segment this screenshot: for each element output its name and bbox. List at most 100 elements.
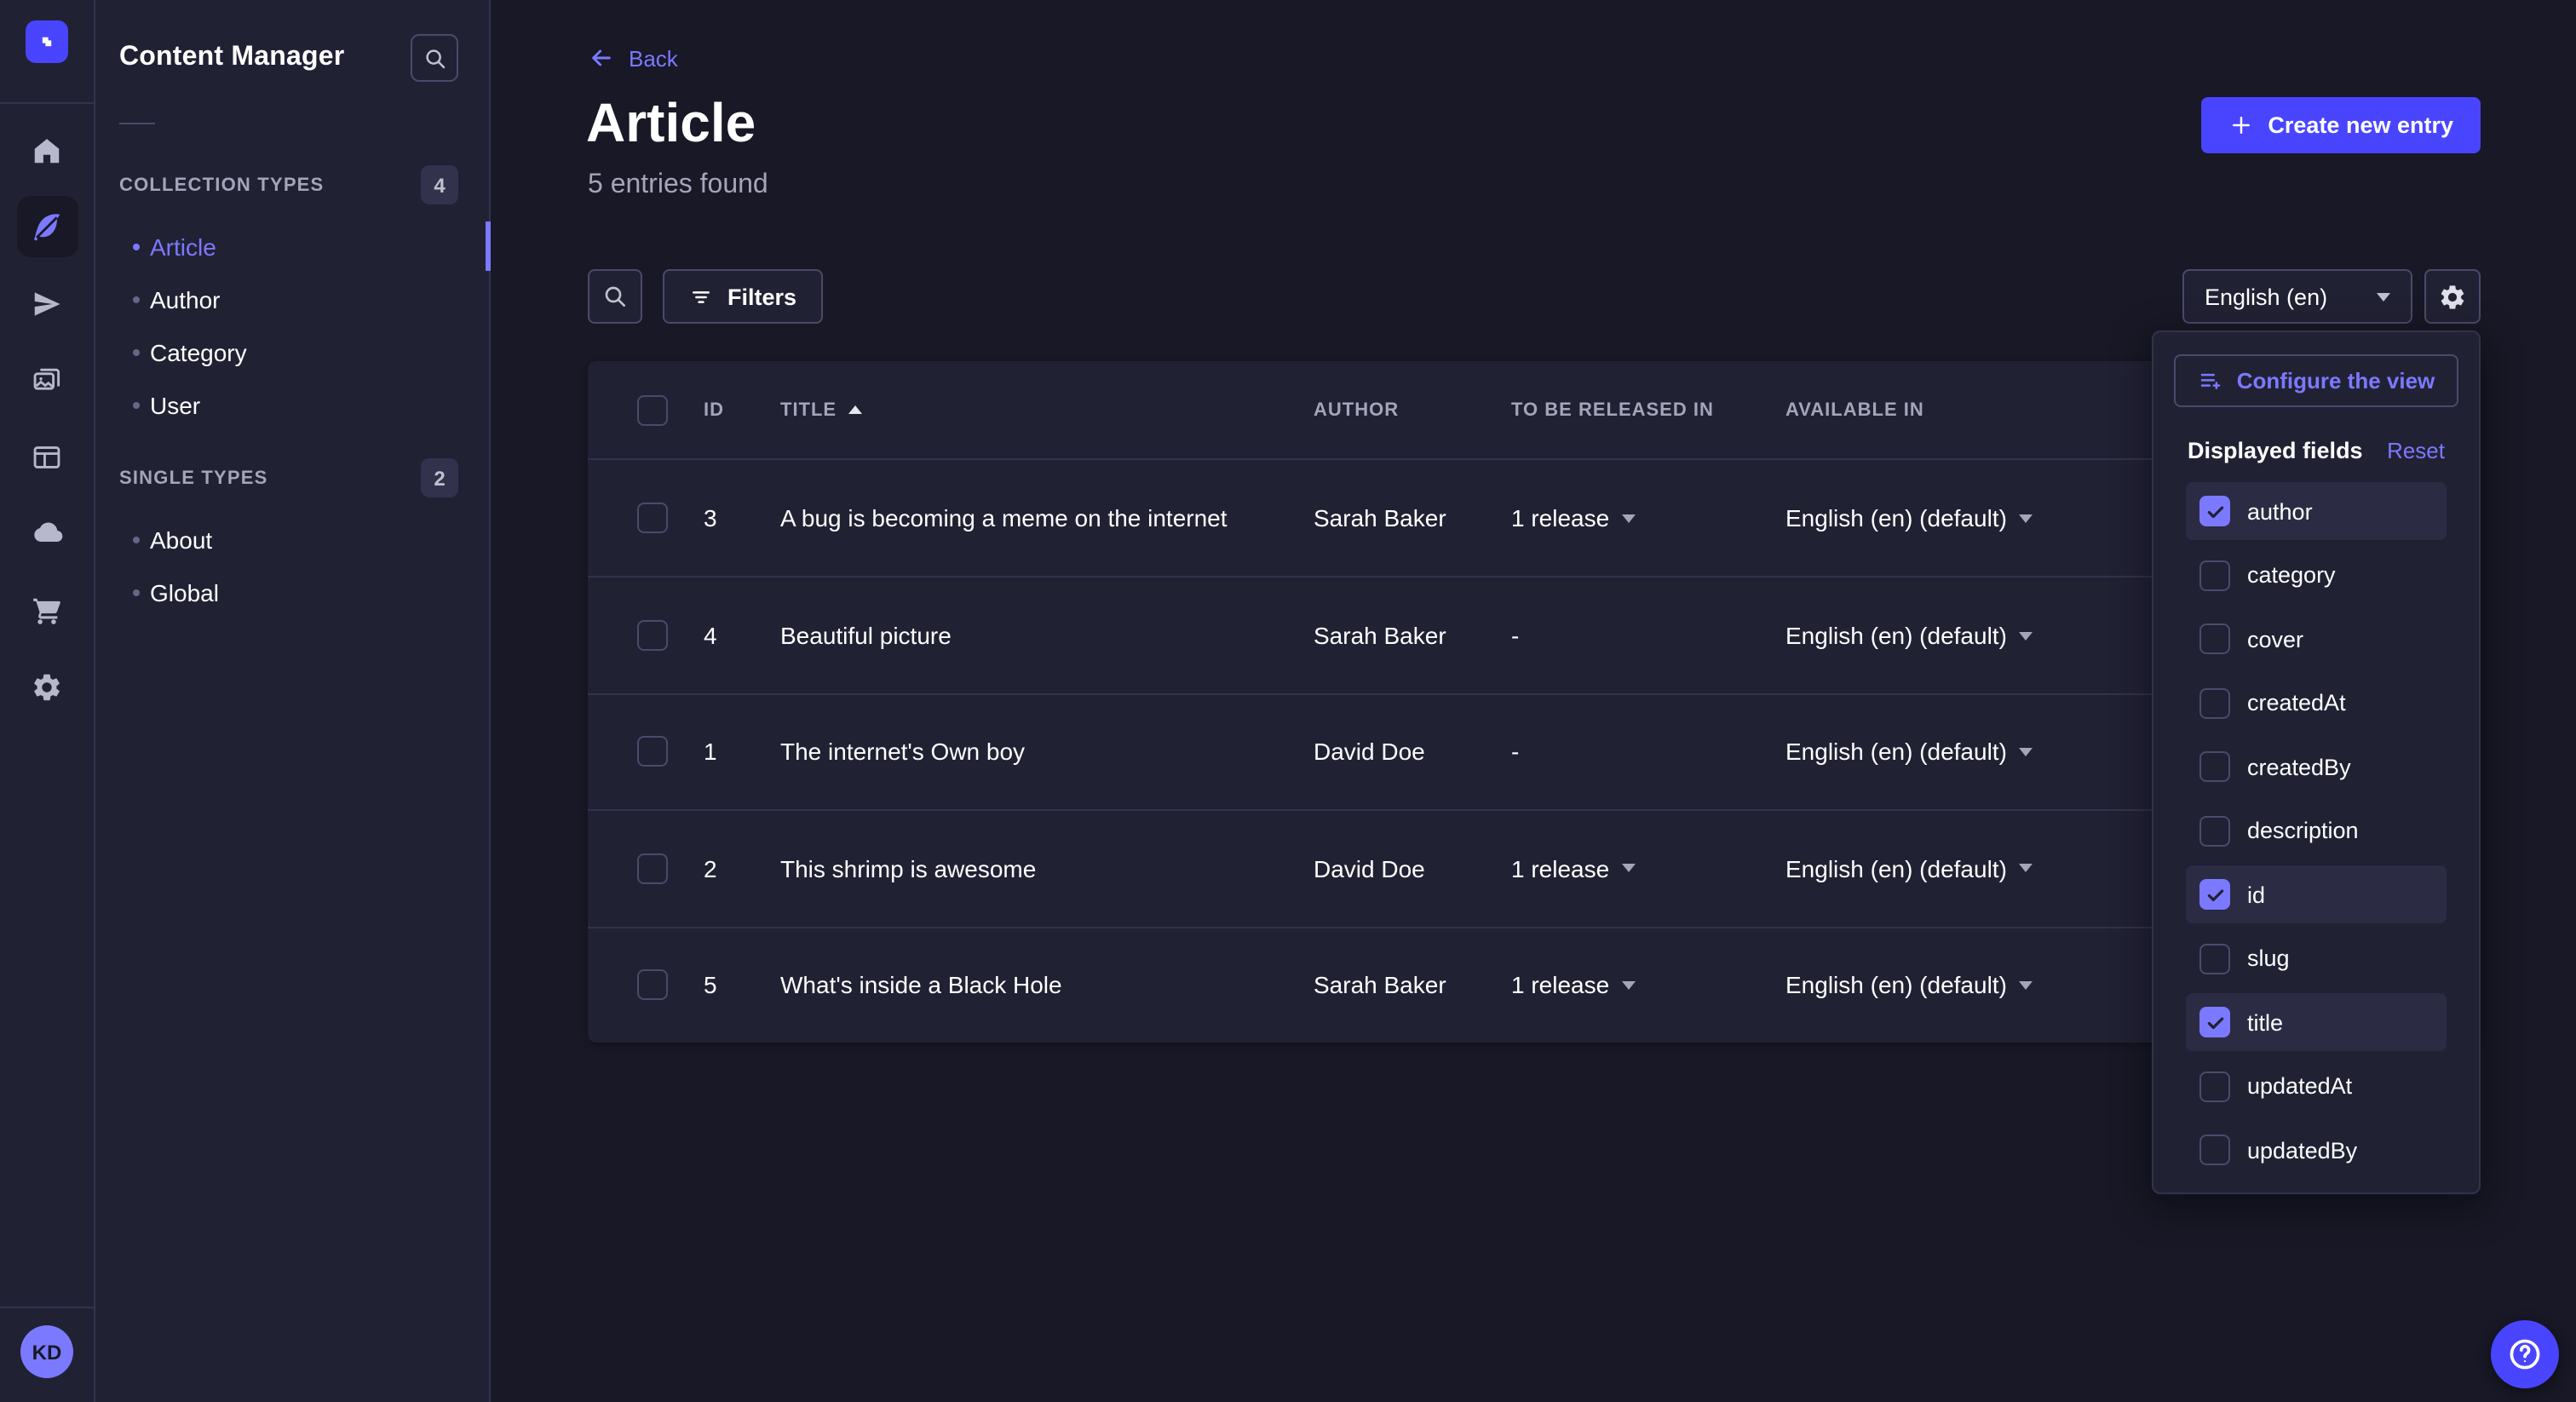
cell-released-dropdown[interactable]: 1 release: [1498, 855, 1772, 882]
sidebar-search-button[interactable]: [411, 34, 458, 82]
rail-bottom-divider: [0, 1307, 94, 1308]
field-option-title[interactable]: title: [2186, 993, 2447, 1051]
sidebar-item-about[interactable]: About: [95, 513, 489, 566]
cell-released: -: [1498, 738, 1772, 766]
checkbox-unchecked[interactable]: [2199, 943, 2230, 974]
nav-releases[interactable]: [16, 273, 78, 334]
configure-view-button[interactable]: Configure the view: [2174, 354, 2458, 407]
panel-header: Displayed fields Reset: [2188, 438, 2445, 463]
field-label: description: [2247, 818, 2359, 843]
field-label: cover: [2247, 626, 2303, 652]
nav-settings[interactable]: [16, 656, 78, 717]
nav-media-library[interactable]: [16, 349, 78, 411]
row-checkbox[interactable]: [637, 503, 668, 533]
field-option-updatedBy[interactable]: updatedBy: [2186, 1121, 2447, 1179]
checkbox-unchecked[interactable]: [2199, 815, 2230, 846]
checkbox-unchecked[interactable]: [2199, 1071, 2230, 1101]
field-option-id[interactable]: id: [2186, 865, 2447, 923]
filters-button[interactable]: Filters: [663, 269, 822, 324]
nav-marketplace[interactable]: [16, 579, 78, 641]
sidebar-header: Content Manager: [95, 0, 489, 82]
create-new-entry-button[interactable]: Create new entry: [2201, 97, 2481, 153]
locale-select[interactable]: English (en): [2182, 269, 2412, 324]
bullet-icon: [133, 296, 140, 302]
chevron-down-icon: [1621, 981, 1635, 990]
column-header-id[interactable]: ID: [690, 399, 767, 420]
view-settings-button[interactable]: [2424, 269, 2481, 324]
cell-id: 2: [690, 855, 767, 882]
sidebar-item-category[interactable]: Category: [95, 325, 489, 378]
cell-id: 1: [690, 738, 767, 766]
chevron-down-icon: [2377, 292, 2390, 301]
checkbox-checked[interactable]: [2199, 879, 2230, 910]
user-avatar[interactable]: KD: [20, 1325, 73, 1378]
field-option-description[interactable]: description: [2186, 802, 2447, 859]
field-option-category[interactable]: category: [2186, 546, 2447, 604]
sidebar-item-label: User: [150, 391, 200, 418]
checkbox-checked[interactable]: [2199, 496, 2230, 526]
row-checkbox[interactable]: [637, 620, 668, 651]
question-mark-icon: [2506, 1336, 2544, 1373]
section-label: COLLECTION TYPES: [119, 175, 324, 195]
row-checkbox[interactable]: [637, 970, 668, 1001]
filter-icon: [688, 284, 714, 309]
cell-title: The internet's Own boy: [767, 738, 1300, 766]
checkbox-unchecked[interactable]: [2199, 1135, 2230, 1165]
strapi-logo[interactable]: [26, 20, 68, 63]
cell-title: What's inside a Black Hole: [767, 972, 1300, 999]
row-checkbox[interactable]: [637, 737, 668, 767]
field-option-createdAt[interactable]: createdAt: [2186, 674, 2447, 732]
nav-content-manager[interactable]: [16, 196, 78, 257]
field-option-cover[interactable]: cover: [2186, 610, 2447, 668]
column-header-released[interactable]: TO BE RELEASED IN: [1498, 399, 1772, 420]
field-label: slug: [2247, 945, 2290, 971]
filters-label: Filters: [727, 284, 796, 309]
back-link[interactable]: Back: [588, 44, 678, 72]
sidebar-item-global[interactable]: Global: [95, 566, 489, 618]
field-option-author[interactable]: author: [2186, 482, 2447, 540]
available-value: English (en) (default): [1785, 622, 2007, 649]
pictures-icon: [31, 364, 63, 396]
back-arrow-icon: [588, 44, 615, 72]
help-button[interactable]: [2491, 1320, 2559, 1388]
configure-view-label: Configure the view: [2237, 368, 2435, 394]
feather-icon: [30, 210, 64, 244]
cell-released-dropdown[interactable]: 1 release: [1498, 972, 1772, 999]
sidebar-item-label: Author: [150, 285, 221, 313]
sidebar-item-article[interactable]: Article: [95, 220, 489, 273]
nav-content-type-builder[interactable]: [16, 426, 78, 487]
field-option-slug[interactable]: slug: [2186, 929, 2447, 987]
column-header-author[interactable]: AUTHOR: [1300, 399, 1498, 420]
checkbox-unchecked[interactable]: [2199, 623, 2230, 654]
checkbox-unchecked[interactable]: [2199, 751, 2230, 782]
sidebar-item-user[interactable]: User: [95, 378, 489, 431]
rail-bottom: KD: [0, 1307, 94, 1402]
row-checkbox[interactable]: [637, 853, 668, 884]
column-header-title[interactable]: TITLE: [767, 399, 1300, 420]
cell-title: Beautiful picture: [767, 622, 1300, 649]
single-types-header: SINGLE TYPES 2: [119, 458, 458, 497]
cell-released-dropdown[interactable]: 1 release: [1498, 504, 1772, 531]
chevron-down-icon: [2019, 631, 2033, 640]
sidebar-item-author[interactable]: Author: [95, 273, 489, 325]
field-option-createdBy[interactable]: createdBy: [2186, 738, 2447, 796]
reset-link[interactable]: Reset: [2387, 438, 2445, 463]
paper-plane-icon: [31, 287, 63, 319]
cell-title: A bug is becoming a meme on the internet: [767, 504, 1300, 531]
checkbox-checked[interactable]: [2199, 1007, 2230, 1037]
field-option-updatedAt[interactable]: updatedAt: [2186, 1057, 2447, 1115]
cell-id: 5: [690, 972, 767, 999]
nav-home[interactable]: [16, 119, 78, 181]
sidebar-divider: [119, 123, 155, 124]
select-all-checkbox[interactable]: [637, 394, 668, 425]
home-icon: [31, 134, 63, 166]
sidebar-item-label: Global: [150, 578, 219, 606]
nav-deploy[interactable]: [16, 503, 78, 564]
available-value: English (en) (default): [1785, 738, 2007, 766]
gear-icon: [2438, 282, 2467, 311]
section-label: SINGLE TYPES: [119, 468, 268, 488]
page-title: Article: [586, 92, 756, 155]
checkbox-unchecked[interactable]: [2199, 687, 2230, 718]
table-search-button[interactable]: [588, 269, 642, 324]
checkbox-unchecked[interactable]: [2199, 560, 2230, 590]
